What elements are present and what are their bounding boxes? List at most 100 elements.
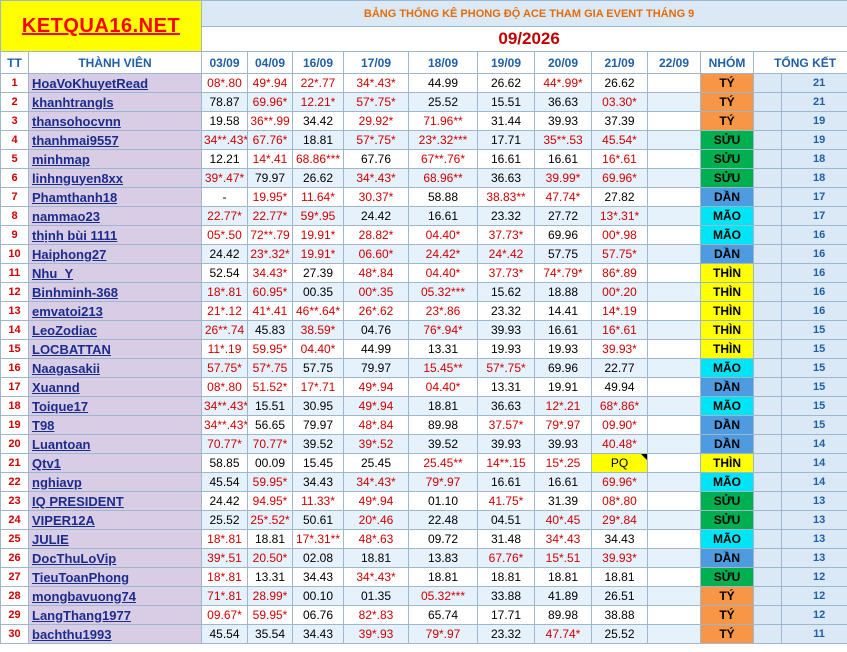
score-cell[interactable]: 18.81 bbox=[408, 396, 478, 416]
score-cell[interactable]: 00.10 bbox=[292, 586, 344, 606]
score-cell[interactable]: 76*.94* bbox=[408, 320, 478, 340]
score-cell[interactable]: 58.88 bbox=[408, 187, 478, 207]
score-cell[interactable] bbox=[647, 453, 701, 473]
score-cell[interactable]: 69.96 bbox=[534, 358, 592, 378]
score-cell[interactable]: 39.93 bbox=[534, 434, 592, 454]
score-cell[interactable] bbox=[647, 282, 701, 302]
member-link[interactable]: JULIE bbox=[28, 529, 202, 549]
score-cell[interactable]: 04.40* bbox=[292, 339, 344, 359]
score-cell[interactable]: 70.77* bbox=[201, 434, 248, 454]
score-cell[interactable]: 03.30* bbox=[591, 92, 648, 112]
score-cell[interactable]: 89.98 bbox=[408, 415, 478, 435]
score-cell[interactable]: 16.61 bbox=[534, 149, 592, 169]
score-cell[interactable]: 79*.97 bbox=[408, 472, 478, 492]
score-cell[interactable]: 34*.43* bbox=[343, 73, 409, 93]
site-logo-text[interactable]: KETQUA16.NET bbox=[22, 15, 180, 37]
score-cell[interactable]: 04.40* bbox=[408, 225, 478, 245]
score-cell[interactable]: 00*.98 bbox=[591, 225, 648, 245]
score-cell[interactable]: 67.76* bbox=[247, 130, 293, 150]
score-cell[interactable] bbox=[647, 358, 701, 378]
score-cell[interactable]: 67.76* bbox=[477, 548, 535, 568]
score-cell[interactable]: 01.10 bbox=[408, 491, 478, 511]
score-cell[interactable]: 74*.79* bbox=[534, 263, 592, 283]
score-cell[interactable]: 34*.43* bbox=[343, 567, 409, 587]
score-cell[interactable]: 26.62 bbox=[477, 73, 535, 93]
score-cell[interactable]: 34*.43* bbox=[343, 168, 409, 188]
score-cell[interactable]: 50.61 bbox=[292, 510, 344, 530]
score-cell[interactable]: 38.88 bbox=[591, 605, 648, 625]
score-cell[interactable]: 57*.75* bbox=[477, 358, 535, 378]
score-cell[interactable]: 89.98 bbox=[534, 605, 592, 625]
score-cell[interactable]: 05.32*** bbox=[408, 282, 478, 302]
score-cell[interactable]: 27.82 bbox=[591, 187, 648, 207]
score-cell[interactable]: 18.81 bbox=[534, 567, 592, 587]
score-cell[interactable]: 44*.99* bbox=[534, 73, 592, 93]
member-link[interactable]: Binhminh-368 bbox=[28, 282, 202, 302]
score-cell[interactable]: 25.45** bbox=[408, 453, 478, 473]
score-cell[interactable]: 71*.81 bbox=[201, 586, 248, 606]
score-cell[interactable]: 22*.77 bbox=[292, 73, 344, 93]
score-cell[interactable]: 00.35 bbox=[292, 282, 344, 302]
score-cell[interactable]: 60.95* bbox=[247, 282, 293, 302]
score-cell[interactable]: 59.95* bbox=[247, 605, 293, 625]
score-cell[interactable]: 39*.52 bbox=[343, 434, 409, 454]
score-cell[interactable]: 79.97 bbox=[343, 358, 409, 378]
score-cell[interactable]: 37.57* bbox=[477, 415, 535, 435]
score-cell[interactable]: 16.61 bbox=[477, 472, 535, 492]
score-cell[interactable]: 31.39 bbox=[534, 491, 592, 511]
score-cell[interactable]: 18.81 bbox=[408, 567, 478, 587]
score-cell[interactable]: 04.51 bbox=[477, 510, 535, 530]
score-cell[interactable] bbox=[647, 111, 701, 131]
score-cell[interactable]: 59.95* bbox=[247, 472, 293, 492]
score-cell[interactable]: 79*.97 bbox=[534, 415, 592, 435]
score-cell[interactable]: 14*.41 bbox=[247, 149, 293, 169]
member-link[interactable]: IQ PRESIDENT bbox=[28, 491, 202, 511]
score-cell[interactable]: 39.93 bbox=[534, 111, 592, 131]
score-cell[interactable]: 57*.75* bbox=[343, 130, 409, 150]
score-cell[interactable]: 34*.43* bbox=[343, 472, 409, 492]
score-cell[interactable]: 47.74* bbox=[534, 187, 592, 207]
member-link[interactable]: HoaVoKhuyetRead bbox=[28, 73, 202, 93]
score-cell[interactable]: 48*.84 bbox=[343, 415, 409, 435]
score-cell[interactable]: 68.96** bbox=[408, 168, 478, 188]
score-cell[interactable]: 26.51 bbox=[591, 586, 648, 606]
score-cell[interactable]: 04.76 bbox=[343, 320, 409, 340]
score-cell[interactable]: 18.81 bbox=[292, 130, 344, 150]
member-link[interactable]: T98 bbox=[28, 415, 202, 435]
score-cell[interactable] bbox=[647, 73, 701, 93]
score-cell[interactable]: 52.54 bbox=[201, 263, 248, 283]
score-cell[interactable] bbox=[647, 472, 701, 492]
score-cell[interactable] bbox=[647, 92, 701, 112]
score-cell[interactable]: 68.86*** bbox=[292, 149, 344, 169]
score-cell[interactable]: 26**.74 bbox=[201, 320, 248, 340]
score-cell[interactable]: 13.31 bbox=[477, 377, 535, 397]
score-cell[interactable]: 28.82* bbox=[343, 225, 409, 245]
score-cell[interactable]: 69.96* bbox=[591, 472, 648, 492]
score-cell[interactable]: 39.52 bbox=[292, 434, 344, 454]
score-cell[interactable]: 40.48* bbox=[591, 434, 648, 454]
score-cell[interactable]: 13.31 bbox=[247, 567, 293, 587]
score-cell[interactable]: 14.41 bbox=[534, 301, 592, 321]
score-cell[interactable]: 16*.61 bbox=[591, 149, 648, 169]
member-link[interactable]: Haiphong27 bbox=[28, 244, 202, 264]
score-cell[interactable]: 36**.99 bbox=[247, 111, 293, 131]
score-cell[interactable]: 18*.81 bbox=[201, 567, 248, 587]
member-link[interactable]: Qtv1 bbox=[28, 453, 202, 473]
score-cell[interactable]: 16.61 bbox=[477, 149, 535, 169]
score-cell[interactable]: 26*.62 bbox=[343, 301, 409, 321]
score-cell[interactable] bbox=[647, 149, 701, 169]
member-link[interactable]: Phamthanh18 bbox=[28, 187, 202, 207]
score-cell[interactable]: 01.35 bbox=[343, 586, 409, 606]
score-cell[interactable]: 36.63 bbox=[534, 92, 592, 112]
score-cell[interactable]: 59.95* bbox=[247, 339, 293, 359]
score-cell[interactable] bbox=[647, 168, 701, 188]
score-cell[interactable]: 41*.41 bbox=[247, 301, 293, 321]
score-cell[interactable]: 45.83 bbox=[247, 320, 293, 340]
score-cell[interactable]: 65.74 bbox=[408, 605, 478, 625]
score-cell[interactable]: 19.93 bbox=[477, 339, 535, 359]
score-cell[interactable]: 69.96* bbox=[591, 168, 648, 188]
score-cell[interactable]: 23.32 bbox=[477, 301, 535, 321]
score-cell[interactable]: 09.67* bbox=[201, 605, 248, 625]
score-cell[interactable]: 28.99* bbox=[247, 586, 293, 606]
score-cell[interactable]: 34.43 bbox=[591, 529, 648, 549]
